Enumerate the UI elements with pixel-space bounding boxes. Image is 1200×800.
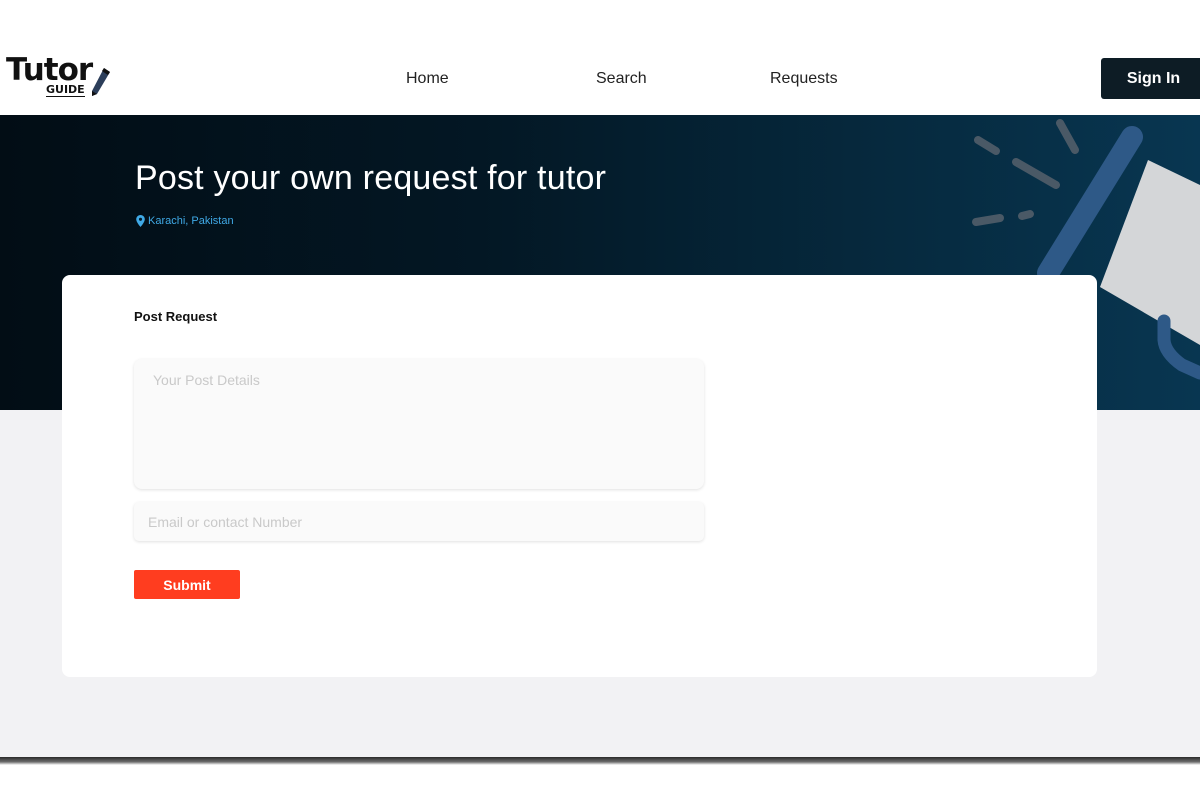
contact-input[interactable]	[134, 502, 704, 541]
footer-divider	[0, 757, 1200, 765]
logo-sub: GUIDE	[46, 83, 85, 97]
nav-requests[interactable]: Requests	[770, 70, 838, 88]
post-details-input[interactable]	[134, 359, 704, 489]
map-pin-icon	[136, 215, 145, 227]
card-title: Post Request	[134, 309, 218, 324]
site-header: Tutor GUIDE Home Search Requests Sign In	[0, 0, 1200, 115]
submit-button[interactable]: Submit	[134, 570, 240, 599]
pen-icon	[92, 68, 110, 96]
sign-in-button[interactable]: Sign In	[1101, 58, 1200, 99]
post-request-card: Post Request Submit	[62, 275, 1097, 677]
nav-home[interactable]: Home	[406, 70, 449, 88]
location-label: Karachi, Pakistan	[136, 215, 234, 227]
tutor-guide-logo[interactable]: Tutor GUIDE	[6, 52, 116, 102]
nav-search[interactable]: Search	[596, 70, 647, 88]
location-text: Karachi, Pakistan	[148, 215, 234, 227]
page-title: Post your own request for tutor	[135, 159, 607, 197]
